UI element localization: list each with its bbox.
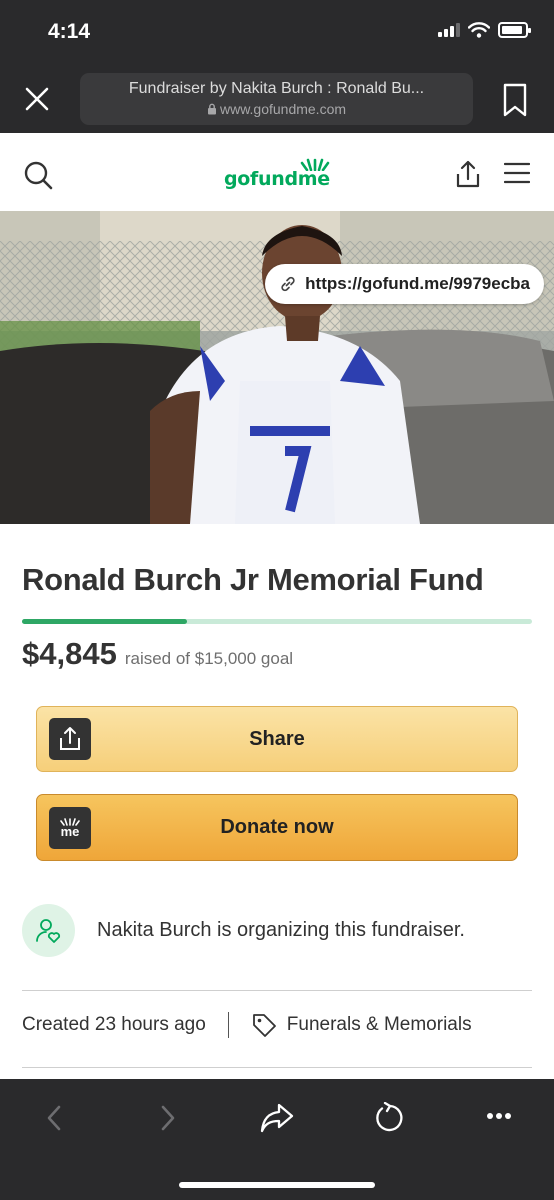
user-heart-icon	[35, 918, 60, 943]
lock-icon	[207, 103, 216, 115]
close-icon[interactable]	[22, 84, 52, 114]
category-link[interactable]: Funerals & Memorials	[251, 1012, 472, 1038]
domain-text: www.gofundme.com	[219, 101, 347, 117]
menu-icon[interactable]	[504, 162, 530, 184]
organizer-row: Nakita Burch is organizing this fundrais…	[22, 904, 465, 957]
home-indicator[interactable]	[179, 1182, 375, 1188]
gofundme-logo[interactable]: gofundme	[224, 168, 330, 190]
campaign-photo	[0, 211, 554, 524]
progress-fill	[22, 619, 187, 624]
share-label: Share	[249, 727, 305, 750]
share-button-icon	[49, 718, 91, 760]
wifi-icon	[468, 22, 490, 38]
organizer-avatar	[22, 904, 75, 957]
forward-icon[interactable]	[158, 1104, 178, 1132]
url-domain: www.gofundme.com	[80, 101, 473, 117]
status-icons	[438, 22, 531, 38]
status-time: 4:14	[48, 20, 91, 43]
divider	[22, 1067, 532, 1068]
address-bar[interactable]: Fundraiser by Nakita Burch : Ronald Bu..…	[80, 73, 473, 125]
campaign-title: Ronald Burch Jr Memorial Fund	[22, 562, 484, 597]
donate-label: Donate now	[220, 816, 334, 838]
back-icon[interactable]	[44, 1104, 64, 1132]
raised-summary: $4,845 raised of $15,000 goal	[22, 636, 293, 672]
logo-sprout-icon	[300, 158, 330, 171]
page-title: Fundraiser by Nakita Burch : Ronald Bu..…	[128, 80, 425, 97]
share-arrow-icon[interactable]	[259, 1102, 295, 1134]
raised-amount: $4,845	[22, 636, 117, 671]
search-icon[interactable]	[23, 160, 53, 190]
donate-button[interactable]: me Donate now	[36, 794, 518, 861]
browser-top-bar: 4:14 Fundraiser by Nakita Burch : Ronald…	[0, 0, 554, 133]
donate-icon-text: me	[60, 823, 80, 839]
link-icon	[281, 276, 295, 292]
gofundme-me-icon: me	[49, 806, 91, 849]
created-text: Created 23 hours ago	[22, 1014, 206, 1035]
meta-row: Created 23 hours ago Funerals & Memorial…	[22, 1012, 472, 1038]
signal-icon	[438, 23, 460, 37]
share-icon[interactable]	[454, 159, 482, 189]
reload-icon[interactable]	[372, 1102, 404, 1134]
meta-separator	[227, 1012, 229, 1038]
bookmark-icon[interactable]	[502, 83, 528, 117]
raised-goal: raised of $15,000 goal	[124, 649, 294, 668]
share-button[interactable]: Share	[36, 706, 518, 772]
divider	[22, 990, 532, 991]
short-link-pill[interactable]: https://gofund.me/9979ecba	[265, 264, 544, 304]
short-link-text: https://gofund.me/9979ecba	[305, 274, 530, 293]
battery-icon	[498, 22, 531, 38]
organizer-text: Nakita Burch is organizing this fundrais…	[97, 919, 465, 941]
more-icon[interactable]	[486, 1112, 512, 1120]
category-text: Funerals & Memorials	[286, 1014, 472, 1035]
tag-icon	[252, 1014, 276, 1037]
progress-bar	[22, 619, 532, 624]
